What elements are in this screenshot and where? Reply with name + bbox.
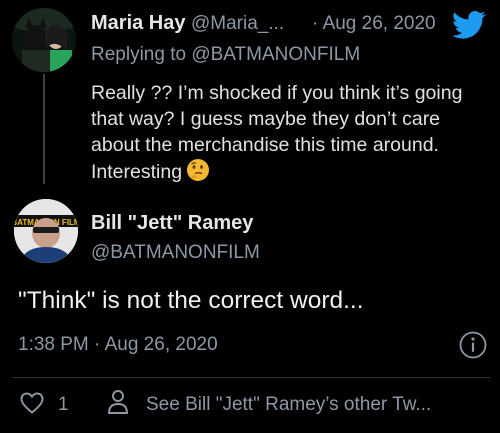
see-other-tweets-link[interactable]: See Bill "Jett" Ramey’s other Tw...: [146, 394, 431, 416]
tweet-author-avatar[interactable]: BATMAN ON FILM: [14, 199, 78, 263]
reply-author-handle[interactable]: @Maria_...: [191, 13, 284, 35]
like-count[interactable]: 1: [58, 394, 69, 416]
person-icon[interactable]: [106, 389, 130, 415]
tweet-author-handle[interactable]: @BATMANONFILM: [91, 242, 260, 264]
thinking-face-icon: [186, 158, 210, 189]
tweet-text: "Think" is not the correct word...: [18, 287, 364, 314]
thread-connector-line: [43, 74, 45, 184]
tweet-author-name[interactable]: Bill "Jett" Ramey: [91, 212, 253, 235]
replying-to-link[interactable]: Replying to @BATMANONFILM: [91, 44, 360, 66]
twitter-bird-icon: [452, 10, 486, 40]
reply-author-avatar[interactable]: [12, 8, 76, 72]
reply-body: Really ?? I’m shocked if you think it’s …: [91, 80, 491, 189]
tweet-timestamp[interactable]: 1:38 PM · Aug 26, 2020: [18, 334, 218, 356]
reply-body-text: Really ?? I’m shocked if you think it’s …: [91, 82, 463, 183]
action-divider: [12, 377, 490, 378]
heart-icon[interactable]: [20, 392, 44, 414]
date-separator: ·: [312, 13, 319, 34]
info-icon[interactable]: [458, 330, 488, 360]
reply-date[interactable]: · Aug 26, 2020: [312, 13, 436, 35]
reply-date-text: Aug 26, 2020: [322, 13, 436, 34]
reply-author-name[interactable]: Maria Hay: [91, 12, 186, 35]
